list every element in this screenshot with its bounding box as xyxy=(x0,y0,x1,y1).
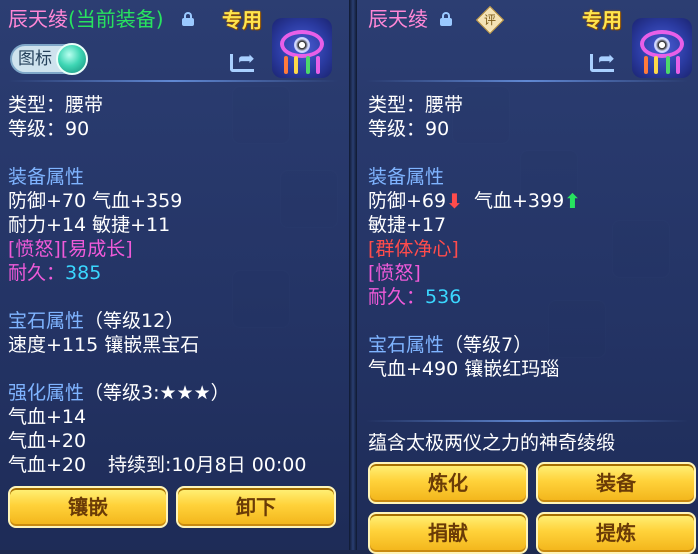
donate-button[interactable]: 捐献 xyxy=(368,512,528,554)
share-icon[interactable]: ➦ xyxy=(590,48,620,72)
arrow-down-icon: ⬇ xyxy=(446,189,463,213)
header-divider xyxy=(366,80,688,82)
durability-label: 耐久： xyxy=(8,262,66,284)
gem-header: 宝石属性（等级12） xyxy=(8,310,184,332)
refine-button[interactable]: 炼化 xyxy=(368,462,528,504)
share-icon[interactable]: ➦ xyxy=(230,48,260,72)
enhance-line: 气血+14 xyxy=(8,406,87,428)
rating-label: 评 xyxy=(483,13,496,27)
equip-button[interactable]: 装备 xyxy=(536,462,696,504)
durability-line: 耐久：385 xyxy=(8,262,101,284)
lock-icon xyxy=(440,12,452,26)
durability-value: 536 xyxy=(425,286,462,308)
item-description: 蕴含太极两仪之力的神奇绫缎 xyxy=(368,432,616,454)
enhance-header: 强化属性（等级3:★★★） xyxy=(8,382,230,404)
gem-line: 气血+490 镶嵌红玛瑙 xyxy=(368,358,560,380)
exclusive-label: 专用 xyxy=(582,8,622,32)
current-equipped-tag: (当前装备) xyxy=(68,7,164,31)
enhance-title: 强化属性 xyxy=(8,382,85,404)
durability-line: 耐久：536 xyxy=(368,286,461,308)
level-line: 等级：90 xyxy=(368,118,450,140)
attr-agility: 敏捷+17 xyxy=(368,214,447,236)
attr-line: 耐力+14 敏捷+11 xyxy=(8,214,171,236)
extract-button[interactable]: 提炼 xyxy=(536,512,696,554)
rating-icon[interactable]: 评 xyxy=(475,5,505,35)
attr-hp: 气血+399 xyxy=(474,190,565,212)
toggle-knob-icon xyxy=(56,43,88,75)
unequip-button[interactable]: 卸下 xyxy=(176,486,336,528)
gem-title: 宝石属性 xyxy=(8,310,85,332)
gem-line: 速度+115 镶嵌黑宝石 xyxy=(8,334,200,356)
item-name: 辰天绫 xyxy=(8,7,68,31)
icon-toggle[interactable]: 图标 xyxy=(10,43,88,75)
attr-defense: 防御+69 xyxy=(368,190,447,212)
durability-value: 385 xyxy=(65,262,102,284)
lock-icon xyxy=(182,12,194,26)
donate-button-label: 捐献 xyxy=(428,521,468,545)
icon-toggle-label: 图标 xyxy=(18,49,52,69)
duration-line: 持续到:10月8日 00:00 xyxy=(108,454,307,476)
inlay-button-label: 镶嵌 xyxy=(68,495,108,519)
gem-level: （等级12） xyxy=(84,310,185,332)
header-divider xyxy=(8,80,338,82)
equip-button-label: 装备 xyxy=(596,471,636,495)
enhance-line: 气血+20 xyxy=(8,430,87,452)
enhance-line: 气血+20 xyxy=(8,454,87,476)
special-effect: [群体净心] xyxy=(368,238,459,260)
special-effect: [愤怒] xyxy=(368,262,421,284)
durability-label: 耐久： xyxy=(368,286,426,308)
type-line: 类型：腰带 xyxy=(8,94,104,116)
gem-header: 宝石属性（等级7） xyxy=(368,334,532,356)
inlay-button[interactable]: 镶嵌 xyxy=(8,486,168,528)
equip-attr-title: 装备属性 xyxy=(8,166,85,188)
attr-line: 防御+70 气血+359 xyxy=(8,190,183,212)
unequip-button-label: 卸下 xyxy=(236,495,276,519)
refine-button-label: 炼化 xyxy=(428,471,468,495)
panel-divider xyxy=(349,0,357,550)
belt-item-icon xyxy=(632,18,692,78)
extract-button-label: 提炼 xyxy=(596,521,636,545)
arrow-up-icon: ⬆ xyxy=(564,189,581,213)
belt-item-icon xyxy=(272,18,332,78)
level-line: 等级：90 xyxy=(8,118,90,140)
gem-title: 宝石属性 xyxy=(368,334,445,356)
enhance-level: （等级3:★★★） xyxy=(84,382,230,404)
item-name: 辰天绫 xyxy=(368,7,428,31)
exclusive-label: 专用 xyxy=(222,8,262,32)
description-divider xyxy=(366,420,688,422)
gem-level: （等级7） xyxy=(444,334,533,356)
equip-attr-title: 装备属性 xyxy=(368,166,445,188)
type-line: 类型：腰带 xyxy=(368,94,464,116)
special-effects: [愤怒][易成长] xyxy=(8,238,133,260)
